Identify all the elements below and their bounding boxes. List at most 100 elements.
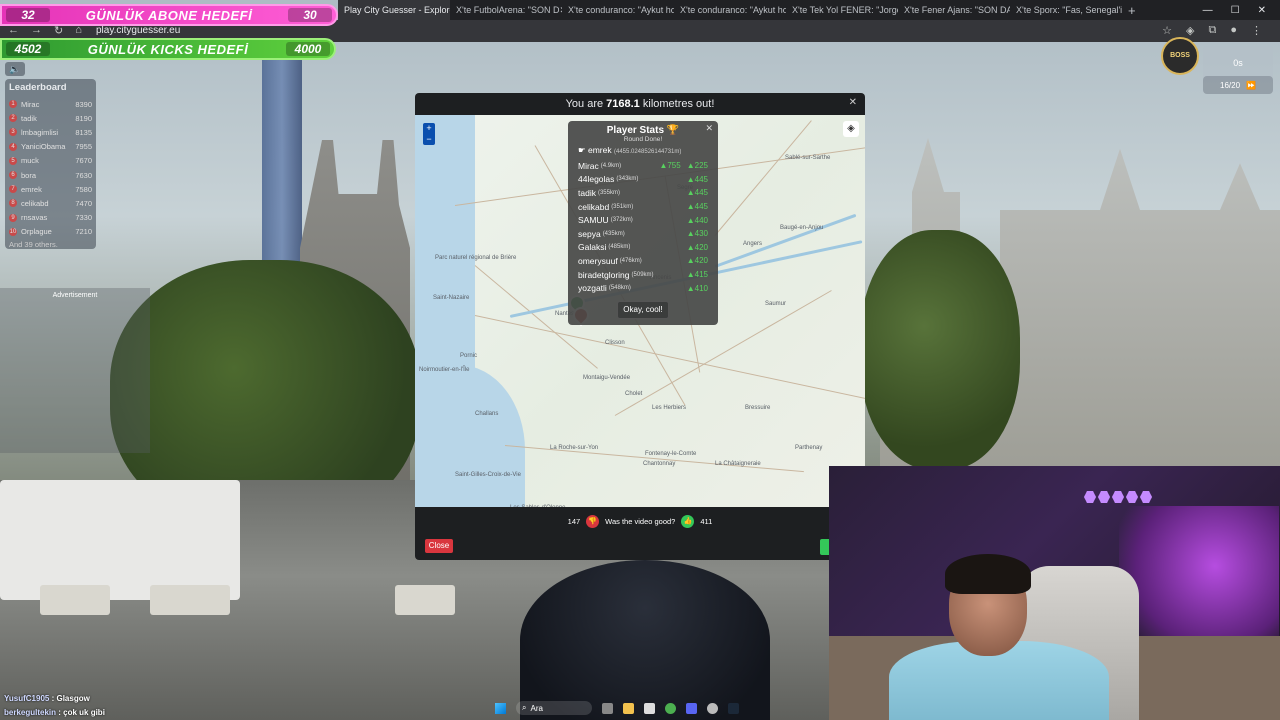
leaderboard-others: And 39 others.	[9, 239, 58, 249]
okay-cool-button[interactable]: Okay, cool!	[617, 300, 669, 319]
browser-tab[interactable]: X'te Fener Ajans: "SON DA✕	[898, 0, 1010, 20]
menu-icon[interactable]: ⋮	[1251, 24, 1262, 37]
player-points: 7470	[75, 198, 92, 208]
map-zoom-control[interactable]: + −	[423, 123, 435, 145]
thumbs-down-icon[interactable]: 👎	[586, 514, 600, 528]
guess-pointer-icon: ☛	[578, 145, 586, 155]
browser-tab[interactable]: X'te Sporx: "Fas, Senegal'in su✕	[1010, 0, 1122, 20]
white-truck	[0, 480, 240, 600]
map-town-label: Chantonnay	[643, 461, 676, 467]
store-icon[interactable]	[644, 702, 655, 714]
taskbar: ⌕ Ara	[495, 698, 785, 718]
player-stat-row: tadik (355km) ▲445	[578, 186, 708, 200]
player-name: lmbagimlisi	[21, 127, 59, 137]
stat-player-name: biradetgloring	[578, 269, 630, 280]
player-points: 7580	[75, 184, 92, 194]
chat-overlay: YusufC1905 : Glasgow berkegultekin : çok…	[4, 692, 105, 720]
rank-badge: 2	[9, 114, 17, 123]
goal-label: GÜNLÜK ABONE HEDEFİ	[85, 7, 253, 23]
map-town-label: Parc naturel régional de Brière	[435, 255, 517, 261]
player-points: 8390	[75, 99, 92, 109]
browser-tab[interactable]: X'te conduranco: "Aykut hoca✕	[562, 0, 674, 20]
ad-label: Advertisement	[52, 292, 98, 299]
player-stat-row: celikabd (351km) ▲445	[578, 200, 708, 214]
obs-icon[interactable]	[707, 702, 718, 714]
file-explorer-icon[interactable]	[623, 702, 634, 714]
goal-current: 32	[6, 8, 50, 22]
player-points: 7670	[75, 156, 92, 166]
player-stat-row: biradetgloring (509km) ▲415	[578, 268, 708, 282]
concrete-barrier	[40, 585, 110, 615]
stat-player-name: omerysuuf	[578, 255, 618, 266]
rank-badge: 9	[9, 213, 17, 222]
url-field[interactable]: play.cityguesser.eu	[96, 25, 180, 36]
player-stat-row: 44legolas (343km) ▲445	[578, 173, 708, 187]
stat-player-name: yozgatli	[578, 283, 607, 294]
video-vote-bar: 147 👎 Was the video good? 👍 411	[415, 509, 865, 533]
stat-distance: (372km)	[610, 217, 633, 224]
player-name: Mirac	[21, 99, 40, 109]
profile-icon[interactable]: ●	[1230, 24, 1237, 37]
concrete-barrier	[150, 585, 230, 615]
task-view-icon[interactable]	[602, 702, 613, 714]
maximize-icon[interactable]: ☐	[1231, 5, 1240, 16]
chat-message: YusufC1905 : Glasgow	[4, 694, 90, 703]
discord-icon[interactable]	[686, 702, 697, 714]
thumbs-up-icon[interactable]: 👍	[681, 514, 695, 528]
bookmark-star-icon[interactable]: ☆	[1162, 24, 1172, 37]
streamer-hair	[945, 554, 1031, 594]
close-modal-icon[interactable]: ✕	[849, 97, 857, 108]
leaderboard-panel: Leaderboard 1 Mirac 8390 2 tadik 8190 3 lmbagim…	[5, 79, 96, 249]
stat-gain: ▲440	[686, 215, 708, 225]
rank-badge: 4	[9, 142, 17, 151]
player-name: Orplague	[21, 227, 52, 237]
passerby	[520, 560, 770, 720]
result-map[interactable]: Saint-Nazaire Nantes Angers Cholet Saumur La …	[415, 115, 865, 507]
close-window-icon[interactable]: ✕	[1258, 5, 1266, 16]
player-name: bora	[21, 170, 37, 180]
stat-distance: (476km)	[619, 257, 642, 264]
browser-tab[interactable]: X'te FutbolArena: "SON D✕	[450, 0, 562, 20]
leaderboard-row: 6 bora 7630	[9, 168, 92, 182]
windows-start-icon[interactable]	[495, 702, 506, 714]
map-layers-icon[interactable]: ◈	[843, 121, 859, 137]
kicks-goal-bar: 4502 GÜNLÜK KICKS HEDEFİ 4000	[0, 38, 336, 60]
channel-badge: BOSS	[1161, 37, 1199, 75]
search-icon: ⌕	[522, 703, 527, 712]
stat-distance: (351km)	[611, 203, 634, 210]
volume-icon[interactable]: 🔈	[5, 62, 25, 76]
rank-badge: 10	[9, 227, 17, 236]
skip-icon[interactable]: ⏩	[1246, 81, 1256, 90]
player-points: 7630	[75, 170, 92, 180]
browser-tab[interactable]: X'te Tek Yol FENER: "Jorge Jes✕	[786, 0, 898, 20]
browser-tab[interactable]: X'te conduranco: "Aykut hoca✕	[674, 0, 786, 20]
distance-value: 7168.1	[606, 98, 640, 110]
rank-badge: 1	[9, 100, 17, 109]
player-name: muck	[21, 156, 39, 166]
taskbar-search[interactable]: ⌕ Ara	[516, 701, 592, 715]
upvote-count: 411	[700, 516, 713, 526]
chrome-icon[interactable]	[665, 702, 676, 714]
puzzle-icon[interactable]: ⧉	[1208, 24, 1216, 37]
player-stats-popup: ✕ Player Stats 🏆 Round Done! ☛ emrek (44…	[568, 121, 718, 325]
rank-badge: 3	[9, 128, 17, 137]
rank-badge: 7	[9, 185, 17, 194]
trophy-icon: 🏆	[666, 125, 680, 136]
close-button[interactable]: Close	[425, 539, 453, 553]
map-town-label: Cholet	[625, 391, 643, 397]
map-town-label: Noirmoutier-en-l'Île	[419, 367, 470, 373]
browser-tab[interactable]: Play City Guesser - Explore th✕	[338, 0, 450, 20]
close-stats-icon[interactable]: ✕	[705, 123, 713, 134]
round-timer: 0s	[1203, 46, 1273, 80]
steam-icon[interactable]	[728, 702, 739, 714]
extension-icon[interactable]: ◈	[1186, 24, 1194, 37]
chat-message: berkegultekin : çok uk gibi	[4, 708, 105, 717]
distance-heading: You are 7168.1 kilometres out!	[565, 98, 715, 110]
minimize-icon[interactable]: —	[1203, 5, 1213, 16]
leaderboard-row: 3 lmbagimlisi 8135	[9, 125, 92, 139]
goal-target: 4000	[286, 42, 330, 56]
leaderboard-row: 7 emrek 7580	[9, 182, 92, 196]
map-town-label: Saint-Gilles-Croix-de-Vie	[455, 472, 521, 478]
stat-player-name: tadik	[578, 187, 596, 198]
new-tab-icon[interactable]: +	[1122, 3, 1142, 18]
